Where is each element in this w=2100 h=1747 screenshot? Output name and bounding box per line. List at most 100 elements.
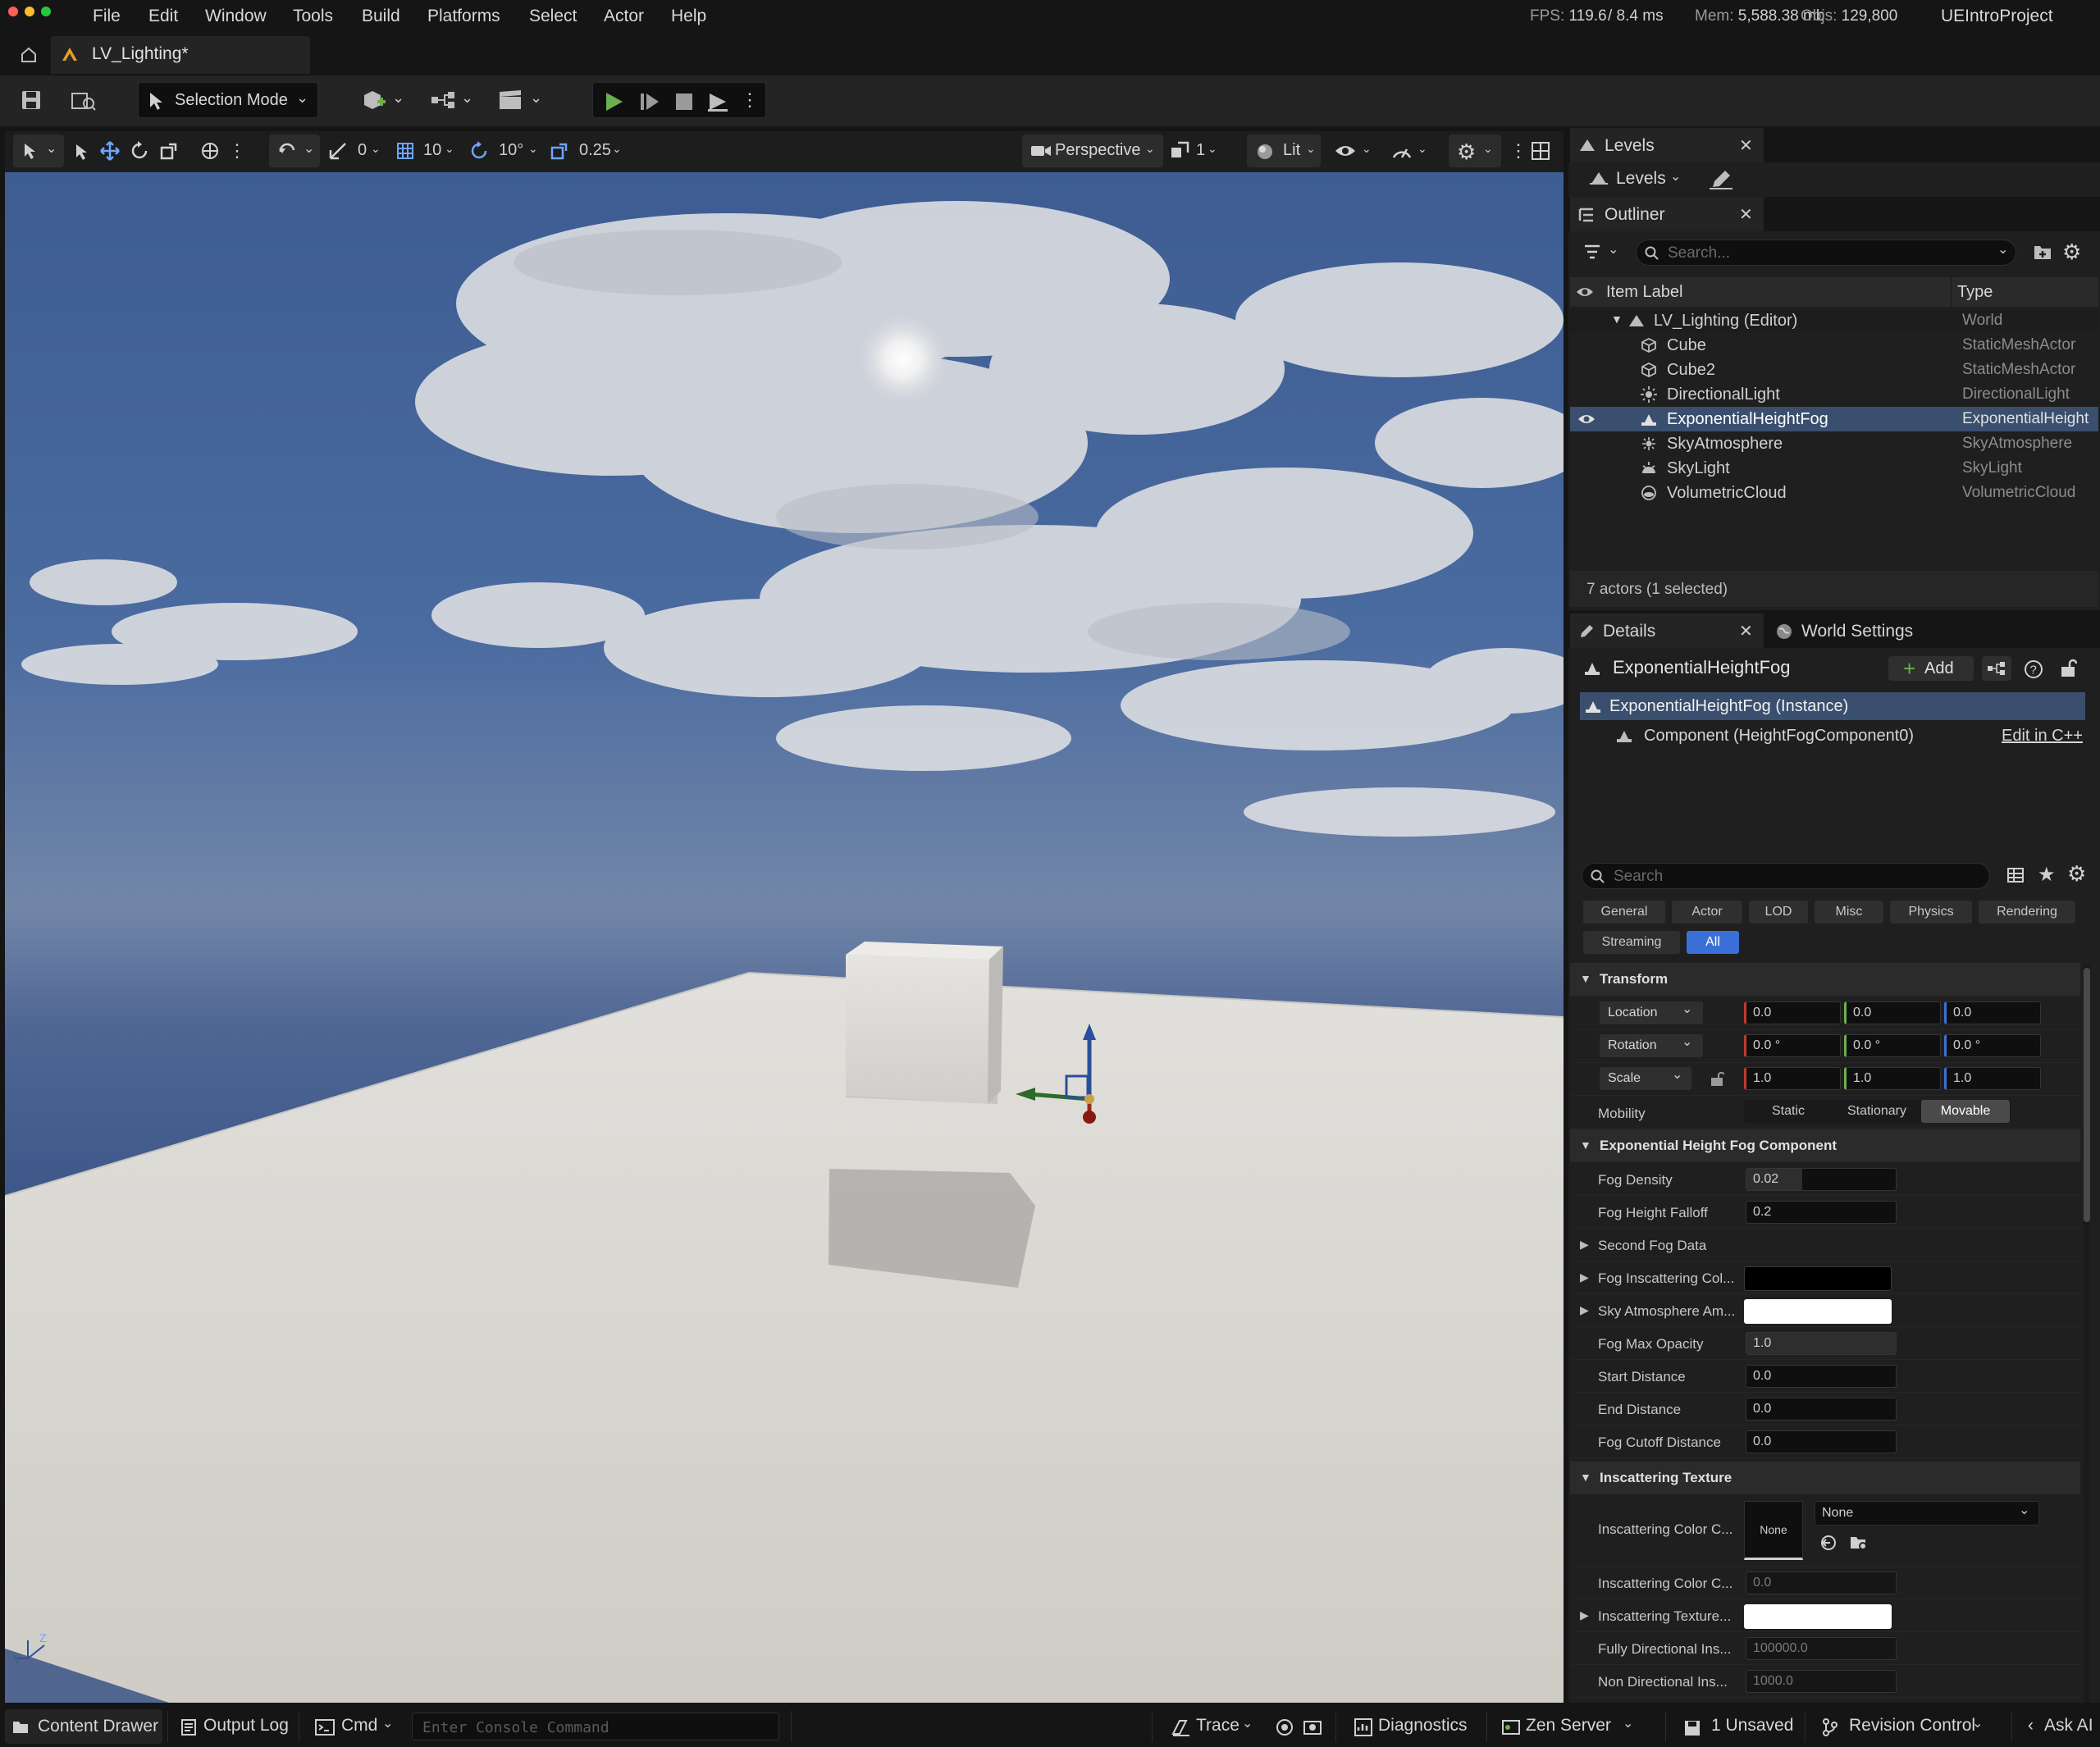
rotation-snap-value[interactable]: 0: [358, 141, 367, 160]
chevron-down-icon[interactable]: ⌄: [1997, 244, 2008, 257]
texture-thumbnail[interactable]: None: [1744, 1501, 1803, 1560]
table-view-icon[interactable]: [2006, 867, 2025, 883]
mobility-movable[interactable]: Movable: [1921, 1100, 2010, 1123]
diagnostics-icon[interactable]: [1354, 1717, 1373, 1737]
chevron-down-icon[interactable]: ⌄: [461, 90, 473, 105]
texture-asset-dropdown[interactable]: None ⌄: [1815, 1501, 2039, 1526]
more-options-icon[interactable]: ⋮: [1509, 142, 1527, 160]
menu-actor[interactable]: Actor: [604, 7, 644, 26]
edit-pencil-icon[interactable]: [1710, 169, 1732, 190]
grid-snap-icon[interactable]: [395, 141, 415, 161]
outliner-row[interactable]: ▼ LV_Lighting (Editor): [1570, 308, 2098, 333]
cmd-dropdown[interactable]: Cmd: [341, 1716, 377, 1736]
location-dropdown[interactable]: Location ⌄: [1600, 1001, 1703, 1024]
output-log-icon[interactable]: [180, 1718, 197, 1736]
grid-snap-value[interactable]: 10: [423, 141, 441, 160]
chevron-down-icon[interactable]: ⌄: [1972, 1717, 1983, 1731]
rotation-x-field[interactable]: 0.0 °: [1744, 1034, 1841, 1057]
chevron-down-icon[interactable]: ⌄: [371, 143, 381, 154]
chevron-down-icon[interactable]: ⌄: [1242, 1717, 1253, 1731]
start-distance-field[interactable]: 0.0: [1746, 1365, 1897, 1388]
menu-window[interactable]: Window: [205, 7, 267, 26]
filter-icon[interactable]: [1583, 244, 1601, 260]
close-icon[interactable]: ✕: [1739, 135, 1753, 156]
rotation-z-field[interactable]: 0.0 °: [1944, 1034, 2041, 1057]
menu-help[interactable]: Help: [671, 7, 706, 26]
add-actor-icon[interactable]: [361, 87, 389, 113]
surface-snap-dropdown[interactable]: ⌄: [269, 135, 320, 167]
filter-misc[interactable]: Misc: [1815, 901, 1883, 924]
blueprint-button[interactable]: [1982, 656, 2011, 681]
non-directional-field[interactable]: 1000.0: [1746, 1670, 1897, 1693]
scale-dropdown[interactable]: Scale ⌄: [1600, 1067, 1691, 1090]
fog-density-field[interactable]: 0.02: [1746, 1168, 1897, 1191]
tab-details[interactable]: Details ✕: [1570, 614, 1764, 648]
level-tab[interactable]: LV_Lighting*: [51, 36, 310, 74]
ask-ai-chevron-icon[interactable]: ‹: [2028, 1716, 2034, 1736]
mobility-stationary[interactable]: Stationary: [1833, 1100, 1921, 1123]
scrollbar-thumb[interactable]: [2084, 968, 2090, 1222]
max-opacity-field[interactable]: 1.0: [1746, 1332, 1897, 1355]
levels-dropdown[interactable]: Levels: [1616, 169, 1666, 189]
scale-x-field[interactable]: 1.0: [1744, 1067, 1841, 1090]
expand-arrow-icon[interactable]: ▶: [1580, 1303, 1589, 1317]
filter-physics[interactable]: Physics: [1890, 901, 1972, 924]
chevron-down-icon[interactable]: ⌄: [382, 1717, 393, 1731]
chevron-down-icon[interactable]: ⌄: [392, 90, 404, 105]
visibility-eye-icon[interactable]: [1577, 413, 1596, 426]
filter-actor[interactable]: Actor: [1672, 901, 1742, 924]
level-viewport[interactable]: Z Y: [5, 172, 1564, 1703]
record-icon[interactable]: [1275, 1717, 1294, 1737]
transform-category[interactable]: ▼ Transform: [1570, 963, 2080, 996]
tab-levels[interactable]: Levels ✕: [1570, 128, 1764, 162]
rotation-snap-icon[interactable]: [328, 141, 348, 161]
terminal-icon[interactable]: [315, 1718, 335, 1736]
scale-snap-icon[interactable]: [550, 141, 569, 161]
location-y-field[interactable]: 0.0: [1844, 1001, 1941, 1024]
chevron-down-icon[interactable]: ⌄: [1608, 244, 1618, 257]
details-scrollbar[interactable]: [2084, 965, 2090, 1703]
content-drawer-button[interactable]: Content Drawer: [5, 1709, 162, 1744]
help-icon[interactable]: ?: [2023, 659, 2044, 680]
world-space-icon[interactable]: [200, 141, 220, 161]
chevron-down-icon[interactable]: ⌄: [1670, 171, 1681, 184]
gear-icon[interactable]: ⚙: [2062, 241, 2081, 262]
transform-tools-dropdown[interactable]: ⌄: [13, 135, 64, 167]
browse-asset-icon[interactable]: [1849, 1534, 1869, 1552]
filter-lod[interactable]: LOD: [1749, 901, 1808, 924]
trace-icon[interactable]: [1171, 1717, 1191, 1737]
chevron-down-icon[interactable]: ⌄: [1418, 143, 1427, 154]
details-search-input[interactable]: Search: [1582, 863, 1990, 889]
unsaved-button[interactable]: 1 Unsaved: [1711, 1716, 1793, 1736]
location-x-field[interactable]: 0.0: [1744, 1001, 1841, 1024]
eject-icon[interactable]: [706, 91, 729, 112]
cinematics-icon[interactable]: [497, 89, 525, 112]
selected-actor-name[interactable]: ExponentialHeightFog: [1613, 657, 1790, 678]
angle-snap-icon[interactable]: [469, 141, 489, 161]
unsaved-icon[interactable]: [1683, 1717, 1701, 1737]
scale-icon[interactable]: [159, 141, 179, 161]
menu-tools[interactable]: Tools: [293, 7, 333, 26]
fog-height-falloff-field[interactable]: 0.2: [1746, 1201, 1897, 1224]
home-icon[interactable]: [20, 46, 38, 64]
inscattering-texture-category[interactable]: ▼ Inscattering Texture: [1570, 1462, 2080, 1494]
select-icon[interactable]: [74, 143, 90, 161]
advance-frame-icon[interactable]: [639, 91, 660, 112]
filter-all[interactable]: All: [1687, 931, 1739, 954]
trace-dropdown[interactable]: Trace: [1196, 1716, 1239, 1736]
stop-icon[interactable]: [673, 91, 695, 112]
chevron-down-icon[interactable]: ⌄: [530, 90, 542, 105]
blueprint-icon[interactable]: [430, 89, 458, 112]
ask-ai-button[interactable]: Ask AI: [2044, 1716, 2093, 1736]
column-item-label[interactable]: Item Label: [1606, 283, 1682, 302]
selection-mode-dropdown[interactable]: Selection Mode ⌄: [138, 82, 318, 118]
revision-control-button[interactable]: Revision Control: [1849, 1716, 1975, 1736]
lock-icon[interactable]: [2059, 659, 2077, 678]
filter-streaming[interactable]: Streaming: [1583, 931, 1680, 954]
view-mode-dropdown[interactable]: Lit ⌄: [1247, 135, 1321, 167]
add-component-button[interactable]: + Add: [1888, 656, 1974, 681]
inscattering-color-swatch[interactable]: [1744, 1266, 1892, 1291]
menu-file[interactable]: File: [93, 7, 121, 26]
camera-speed-value[interactable]: 1: [1196, 141, 1205, 160]
scale-y-field[interactable]: 1.0: [1844, 1067, 1941, 1090]
